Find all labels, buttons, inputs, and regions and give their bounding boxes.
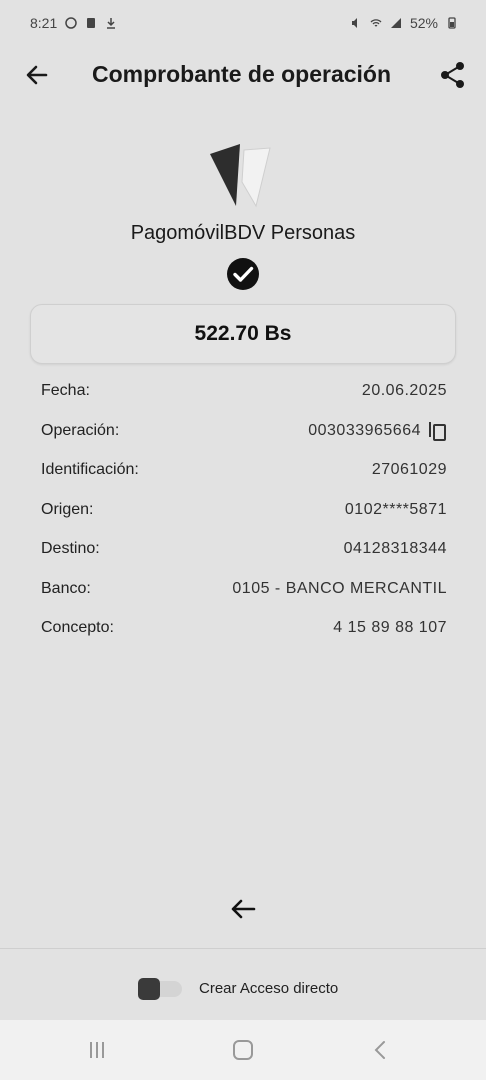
system-nav-bar	[0, 1020, 486, 1080]
detail-value: 0102****5871	[344, 500, 447, 518]
detail-label: Banco:	[41, 579, 91, 597]
toggle-knob	[138, 978, 160, 1000]
brand-name: PagomóvilBDV Personas	[130, 222, 356, 244]
signal-icon	[390, 18, 401, 28]
wifi-icon	[370, 19, 382, 27]
share-icon[interactable]	[436, 58, 470, 92]
detail-row-concepto: Concepto: 4 15 89 88 107	[41, 619, 447, 659]
detail-label: Identificación:	[41, 461, 139, 478]
download-icon	[107, 18, 116, 29]
battery-percent: 52%	[409, 15, 438, 31]
recents-icon[interactable]	[84, 1038, 110, 1062]
detail-value: 20.06.2025	[361, 382, 447, 399]
detail-label: Operación:	[41, 421, 120, 439]
sim-icon	[87, 18, 96, 28]
detail-label: Fecha:	[41, 382, 90, 399]
detail-value: 003033965664	[308, 421, 421, 439]
home-icon[interactable]	[230, 1038, 256, 1062]
page-title: Comprobante de operación	[92, 61, 392, 87]
check-circle-icon	[227, 258, 259, 290]
arrow-left-icon[interactable]	[20, 58, 54, 92]
notification-icon	[65, 17, 77, 29]
detail-row-origen: Origen: 0102****5871	[41, 501, 447, 541]
status-time: 8:21	[30, 15, 58, 31]
shortcut-label: Crear Acceso directo	[199, 980, 339, 997]
detail-label: Concepto:	[41, 619, 114, 636]
shortcut-section: Crear Acceso directo	[0, 950, 486, 1020]
amount-card: 522.70 Bs	[30, 304, 456, 364]
detail-row-operacion: Operación: 003033965664	[41, 420, 447, 462]
divider	[0, 948, 486, 949]
detail-value: 0105 - BANCO MERCANTIL	[232, 579, 447, 597]
shortcut-toggle[interactable]	[134, 977, 184, 1001]
top-bar: Comprobante de operación	[0, 50, 486, 100]
detail-row-identificacion: Identificación: 27061029	[41, 461, 447, 501]
bdv-logo-icon	[210, 144, 271, 208]
nav-back-icon[interactable]	[368, 1038, 394, 1062]
status-bar: 8:21 52%	[0, 0, 486, 46]
detail-row-fecha: Fecha: 20.06.2025	[41, 382, 447, 422]
detail-value: 04128318344	[343, 540, 447, 557]
amount-value: 522.70 Bs	[194, 322, 292, 345]
mute-icon	[351, 18, 357, 28]
detail-label: Destino:	[41, 540, 100, 557]
battery-icon	[448, 17, 456, 29]
detail-row-destino: Destino: 04128318344	[41, 540, 447, 580]
detail-label: Origen:	[41, 500, 94, 518]
copy-icon[interactable]	[427, 420, 447, 442]
detail-value: 27061029	[371, 461, 447, 478]
detail-value: 4 15 89 88 107	[333, 619, 447, 636]
details-list: Fecha: 20.06.2025 Operación: 00303396566…	[41, 382, 447, 659]
bottom-back-button[interactable]	[226, 892, 260, 926]
detail-row-banco: Banco: 0105 - BANCO MERCANTIL	[41, 580, 447, 620]
